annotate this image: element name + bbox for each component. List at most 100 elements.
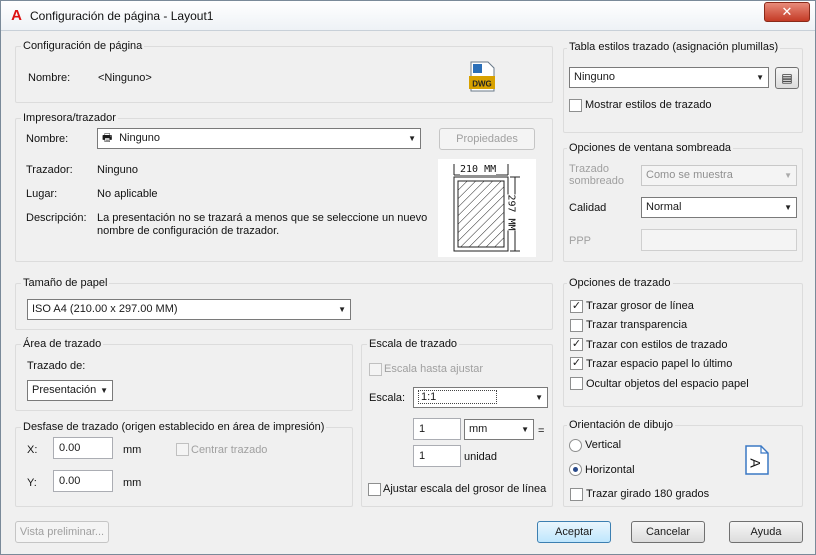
upside-down-label: Trazar girado 180 grados bbox=[586, 488, 710, 500]
location-label: Lugar: bbox=[26, 188, 58, 200]
show-plot-styles-label: Mostrar estilos de trazado bbox=[585, 99, 712, 111]
description-label: Descripción: bbox=[26, 212, 87, 224]
shade-plot-dropdown[interactable]: Como se muestra ▼ bbox=[641, 165, 797, 186]
edit-style-table-button[interactable]: ▤ bbox=[775, 67, 799, 89]
chevron-down-icon: ▼ bbox=[784, 203, 792, 212]
dwg-file-icon: DWG bbox=[468, 61, 497, 92]
plot-with-styles-label: Trazar con estilos de trazado bbox=[586, 339, 728, 351]
paper-preview: 210 MM 297 MM bbox=[438, 159, 536, 257]
autocad-app-icon: A bbox=[11, 7, 22, 24]
plot-paperspace-last-checkbox[interactable]: ✓ bbox=[570, 357, 583, 370]
show-plot-styles-checkbox[interactable] bbox=[569, 99, 582, 112]
paper-size-value: ISO A4 (210.00 x 297.00 MM) bbox=[32, 303, 178, 315]
landscape-label: Horizontal bbox=[585, 464, 635, 476]
style-table-group bbox=[563, 48, 803, 133]
center-plot-checkbox[interactable] bbox=[176, 443, 189, 456]
page-setup-name-value: <Ninguno> bbox=[98, 72, 152, 84]
printer-name-dropdown[interactable]: 🖶 Ninguno ▼ bbox=[97, 128, 421, 149]
printer-heading: Impresora/trazador bbox=[21, 112, 118, 124]
plot-what-value: Presentación bbox=[32, 384, 97, 396]
chevron-down-icon: ▼ bbox=[521, 425, 529, 434]
plot-options-heading: Opciones de trazado bbox=[567, 277, 673, 289]
chevron-down-icon: ▼ bbox=[408, 134, 416, 143]
plot-lineweights-label: Trazar grosor de línea bbox=[586, 300, 694, 312]
scale-denominator-unit: unidad bbox=[464, 451, 498, 463]
scale-lineweights-checkbox[interactable] bbox=[368, 483, 381, 496]
scale-denominator-input[interactable]: 1 bbox=[413, 445, 461, 467]
ok-button[interactable]: Aceptar bbox=[537, 521, 611, 543]
offset-y-unit: mm bbox=[123, 477, 142, 489]
description-line-2: nombre de configuración de trazador. bbox=[97, 225, 280, 237]
plot-with-styles-checkbox[interactable]: ✓ bbox=[570, 338, 583, 351]
paper-size-dropdown[interactable]: ISO A4 (210.00 x 297.00 MM) ▼ bbox=[27, 299, 351, 320]
printer-name-label: Nombre: bbox=[26, 133, 69, 145]
scale-numerator-input[interactable]: 1 bbox=[413, 418, 461, 440]
paper-width-label: 210 MM bbox=[460, 164, 497, 175]
offset-y-input[interactable]: 0.00 bbox=[53, 470, 113, 492]
chevron-down-icon: ▼ bbox=[338, 305, 346, 314]
chevron-down-icon: ▼ bbox=[535, 393, 543, 402]
scale-dropdown[interactable]: 1:1 ▼ bbox=[413, 387, 548, 408]
plotter-value: Ninguno bbox=[97, 164, 138, 176]
scale-unit-dropdown[interactable]: mm ▼ bbox=[464, 419, 534, 440]
plot-lineweights-checkbox[interactable]: ✓ bbox=[570, 300, 583, 313]
scale-lineweights-label: Ajustar escala del grosor de línea bbox=[383, 483, 547, 495]
orientation-heading: Orientación de dibujo bbox=[567, 419, 675, 431]
close-button[interactable]: ✕ bbox=[764, 2, 810, 22]
center-plot-label: Centrar trazado bbox=[191, 444, 268, 456]
properties-button[interactable]: Propiedades bbox=[439, 128, 535, 150]
hide-paperspace-objects-checkbox[interactable] bbox=[570, 377, 583, 390]
dpi-input[interactable] bbox=[641, 229, 797, 251]
shade-plot-label-line1: Trazado bbox=[569, 163, 609, 175]
paper-height-label: 297 MM bbox=[505, 194, 517, 231]
plot-area-heading: Área de trazado bbox=[21, 338, 104, 350]
portrait-radio[interactable] bbox=[569, 439, 582, 452]
scale-value: 1:1 bbox=[418, 390, 498, 404]
quality-label: Calidad bbox=[569, 202, 607, 214]
portrait-label: Vertical bbox=[585, 439, 622, 451]
printer-name-value: Ninguno bbox=[119, 132, 161, 144]
style-table-value: Ninguno bbox=[574, 71, 615, 83]
plotter-label: Trazador: bbox=[26, 164, 73, 176]
paper-size-heading: Tamaño de papel bbox=[21, 277, 110, 289]
offset-x-label: X: bbox=[27, 444, 38, 456]
edit-table-icon: ▤ bbox=[781, 71, 793, 85]
quality-dropdown[interactable]: Normal ▼ bbox=[641, 197, 797, 218]
window-title: Configuración de página - Layout1 bbox=[30, 9, 214, 23]
quality-value: Normal bbox=[646, 201, 682, 213]
shade-plot-label-line2: sombreado bbox=[569, 175, 625, 187]
page-setup-heading: Configuración de página bbox=[21, 40, 145, 52]
plot-offset-heading: Desfase de trazado (origen establecido e… bbox=[21, 421, 327, 433]
fit-to-paper-label: Escala hasta ajustar bbox=[384, 363, 484, 375]
preview-button[interactable]: Vista preliminar... bbox=[15, 521, 109, 543]
upside-down-checkbox[interactable] bbox=[570, 488, 583, 501]
offset-y-label: Y: bbox=[27, 477, 37, 489]
plot-what-label: Trazado de: bbox=[27, 360, 86, 372]
plot-what-dropdown[interactable]: Presentación ▼ bbox=[27, 380, 113, 401]
style-table-dropdown[interactable]: Ninguno ▼ bbox=[569, 67, 769, 88]
cancel-button[interactable]: Cancelar bbox=[631, 521, 705, 543]
description-line-1: La presentación no se trazará a menos qu… bbox=[97, 212, 428, 224]
page-setup-name-label: Nombre: bbox=[28, 72, 71, 84]
landscape-radio[interactable] bbox=[569, 463, 582, 476]
landscape-orientation-icon: A bbox=[745, 445, 769, 475]
fit-to-paper-checkbox[interactable] bbox=[369, 363, 382, 376]
offset-x-unit: mm bbox=[123, 444, 142, 456]
scale-unit-value: mm bbox=[469, 423, 488, 435]
chevron-down-icon: ▼ bbox=[756, 73, 764, 82]
scale-equals: = bbox=[538, 425, 545, 437]
plot-transparency-checkbox[interactable] bbox=[570, 319, 583, 332]
scale-label: Escala: bbox=[369, 392, 406, 404]
title-bar[interactable]: A Configuración de página - Layout1 ✕ bbox=[1, 1, 815, 31]
help-button[interactable]: Ayuda bbox=[729, 521, 803, 543]
dpi-label: PPP bbox=[569, 235, 592, 247]
plot-scale-heading: Escala de trazado bbox=[367, 338, 460, 350]
dwg-badge-text: DWG bbox=[472, 80, 492, 89]
offset-x-input[interactable]: 0.00 bbox=[53, 437, 113, 459]
orientation-icon-letter: A bbox=[747, 458, 764, 468]
chevron-down-icon: ▼ bbox=[100, 386, 108, 395]
hide-paperspace-objects-label: Ocultar objetos del espacio papel bbox=[586, 378, 749, 390]
plot-paperspace-last-label: Trazar espacio papel lo último bbox=[586, 358, 733, 370]
location-value: No aplicable bbox=[97, 188, 158, 200]
page-setup-dialog: A Configuración de página - Layout1 ✕ Co… bbox=[0, 0, 816, 555]
